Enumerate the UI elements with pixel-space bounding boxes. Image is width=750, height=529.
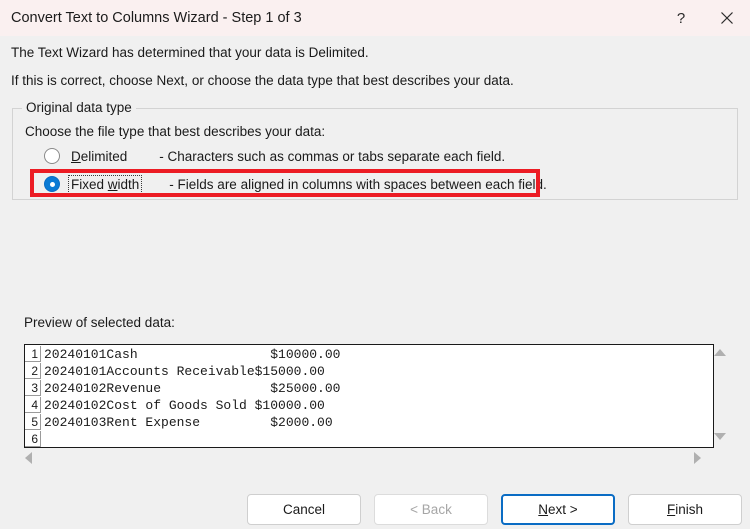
- preview-pane[interactable]: 1 20240101Cash $10000.00 2 20240101Accou…: [24, 344, 714, 448]
- preview-row-number: 4: [25, 397, 41, 413]
- preview-rows: 1 20240101Cash $10000.00 2 20240101Accou…: [25, 346, 713, 447]
- original-data-type-legend: Original data type: [22, 100, 136, 115]
- preview-row-text: 20240103Rent Expense $2000.00: [44, 415, 333, 430]
- radio-delimited-icon[interactable]: [44, 148, 60, 164]
- next-label-suffix: ext >: [548, 502, 578, 517]
- preview-row: 5 20240103Rent Expense $2000.00: [25, 414, 713, 431]
- titlebar-button-group: ?: [658, 0, 750, 36]
- scroll-left-arrow-icon[interactable]: [25, 452, 32, 464]
- next-button[interactable]: Next >: [501, 494, 615, 525]
- preview-row: 3 20240102Revenue $25000.00: [25, 380, 713, 397]
- preview-row-number: 2: [25, 363, 41, 379]
- finish-button[interactable]: Finish: [628, 494, 742, 525]
- dialog-titlebar: Convert Text to Columns Wizard - Step 1 …: [0, 0, 750, 36]
- radio-option-delimited[interactable]: Delimited - Characters such as commas or…: [44, 145, 505, 167]
- scroll-up-arrow-icon[interactable]: [714, 349, 726, 356]
- preview-row-text: 20240102Cost of Goods Sold $10000.00: [44, 398, 325, 413]
- wizard-intro-line-2: If this is correct, choose Next, or choo…: [11, 73, 514, 88]
- preview-row-text: 20240101Accounts Receivable$15000.00: [44, 364, 325, 379]
- help-icon[interactable]: ?: [658, 0, 704, 36]
- preview-row: 4 20240102Cost of Goods Sold $10000.00: [25, 397, 713, 414]
- preview-row-number: 3: [25, 380, 41, 396]
- file-type-prompt: Choose the file type that best describes…: [25, 124, 326, 139]
- back-button[interactable]: < Back: [374, 494, 488, 525]
- scroll-down-arrow-icon[interactable]: [714, 433, 726, 440]
- radio-fixed-width-description: - Fields are aligned in columns with spa…: [169, 176, 547, 192]
- preview-label: Preview of selected data:: [24, 315, 175, 330]
- finish-label-accel: F: [666, 502, 676, 517]
- preview-row: 1 20240101Cash $10000.00: [25, 346, 713, 363]
- radio-option-fixed-width[interactable]: Fixed width - Fields are aligned in colu…: [44, 173, 547, 195]
- preview-row-text: 20240101Cash $10000.00: [44, 347, 341, 362]
- radio-delimited-description: - Characters such as commas or tabs sepa…: [159, 148, 506, 164]
- preview-row-number: 1: [25, 346, 41, 362]
- preview-row-number: 6: [25, 431, 41, 447]
- radio-fixed-width-label: Fixed width: [67, 174, 143, 194]
- next-label-accel: N: [538, 502, 549, 517]
- preview-row-number: 5: [25, 414, 41, 430]
- finish-label-suffix: inish: [675, 502, 703, 517]
- cancel-button[interactable]: Cancel: [247, 494, 361, 525]
- preview-row: 6: [25, 431, 713, 447]
- wizard-intro-line-1: The Text Wizard has determined that your…: [11, 45, 369, 60]
- dialog-title: Convert Text to Columns Wizard - Step 1 …: [11, 10, 302, 26]
- preview-row: 2 20240101Accounts Receivable$15000.00: [25, 363, 713, 380]
- radio-delimited-label: Delimited: [71, 148, 128, 164]
- close-icon[interactable]: [704, 0, 750, 36]
- scroll-right-arrow-icon[interactable]: [694, 452, 701, 464]
- preview-row-text: 20240102Revenue $25000.00: [44, 381, 341, 396]
- radio-fixed-width-icon[interactable]: [44, 176, 60, 192]
